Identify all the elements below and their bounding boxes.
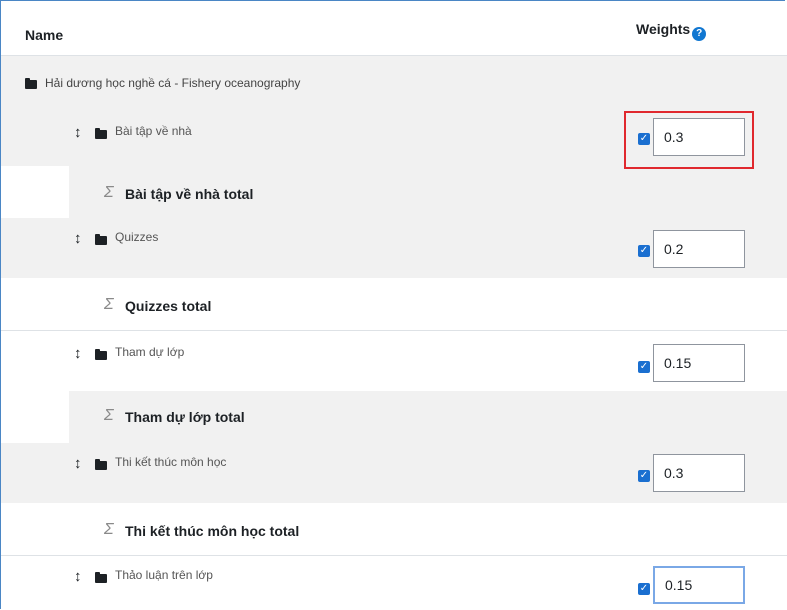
- sigma-icon: Σ: [104, 184, 114, 201]
- item-label: Thi kết thúc môn học: [115, 455, 227, 469]
- total-row: Σ Quizzes total: [1, 278, 787, 331]
- move-icon[interactable]: ↕: [74, 345, 82, 362]
- move-icon[interactable]: ↕: [74, 230, 82, 247]
- sigma-icon: Σ: [104, 296, 114, 313]
- total-row: Σ Tham dự lớp total: [1, 391, 787, 443]
- sigma-icon: Σ: [104, 521, 114, 538]
- grade-item-row: ↕ Thảo luận trên lớp ✓: [1, 556, 787, 610]
- grade-item-row: ↕ Thi kết thúc môn học ✓: [1, 443, 787, 503]
- folder-icon: [95, 234, 107, 245]
- grade-item-row: ↕ Quizzes ✓: [1, 218, 787, 278]
- weights-label: Weights: [636, 21, 691, 37]
- weight-override-checkbox[interactable]: ✓: [638, 470, 650, 482]
- item-label: Bài tập về nhà: [115, 124, 192, 138]
- grade-item-row: ↕ Bài tập về nhà ✓: [1, 106, 787, 166]
- move-icon[interactable]: ↕: [74, 568, 82, 585]
- category-row: Hải dương học nghề cá - Fishery oceanogr…: [1, 56, 787, 106]
- weight-input[interactable]: [653, 566, 745, 604]
- category-label: Hải dương học nghề cá - Fishery oceanogr…: [45, 76, 301, 90]
- folder-icon: [95, 349, 107, 360]
- folder-icon: [95, 572, 107, 583]
- folder-icon: [25, 78, 37, 89]
- folder-icon: [95, 459, 107, 470]
- total-label: Tham dự lớp total: [125, 409, 245, 425]
- total-label: Thi kết thúc môn học total: [125, 523, 300, 539]
- column-header-weights: Weights?: [636, 21, 707, 41]
- table-header: Name Weights?: [1, 1, 787, 56]
- weight-input[interactable]: [653, 454, 745, 492]
- total-row: Σ Bài tập về nhà total: [1, 166, 787, 218]
- weight-override-checkbox[interactable]: ✓: [638, 245, 650, 257]
- folder-icon: [95, 128, 107, 139]
- column-header-name: Name: [25, 27, 64, 43]
- sigma-icon: Σ: [104, 407, 114, 424]
- weight-override-checkbox[interactable]: ✓: [638, 133, 650, 145]
- weight-override-checkbox[interactable]: ✓: [638, 361, 650, 373]
- weight-input[interactable]: [653, 230, 745, 268]
- help-circle-icon[interactable]: ?: [692, 27, 707, 41]
- total-row: Σ Thi kết thúc môn học total: [1, 503, 787, 556]
- total-label: Quizzes total: [125, 298, 212, 314]
- weight-override-checkbox[interactable]: ✓: [638, 583, 650, 595]
- grade-item-row: ↕ Tham dự lớp ✓: [1, 331, 787, 391]
- move-icon[interactable]: ↕: [74, 455, 82, 472]
- weight-input[interactable]: [653, 344, 745, 382]
- item-label: Thảo luận trên lớp: [115, 568, 213, 582]
- weight-input[interactable]: [653, 118, 745, 156]
- item-label: Tham dự lớp: [115, 345, 185, 359]
- item-label: Quizzes: [115, 230, 159, 244]
- move-icon[interactable]: ↕: [74, 124, 82, 141]
- total-label: Bài tập về nhà total: [125, 186, 254, 202]
- gradebook-setup-panel: Name Weights? Hải dương học nghề cá - Fi…: [0, 0, 787, 610]
